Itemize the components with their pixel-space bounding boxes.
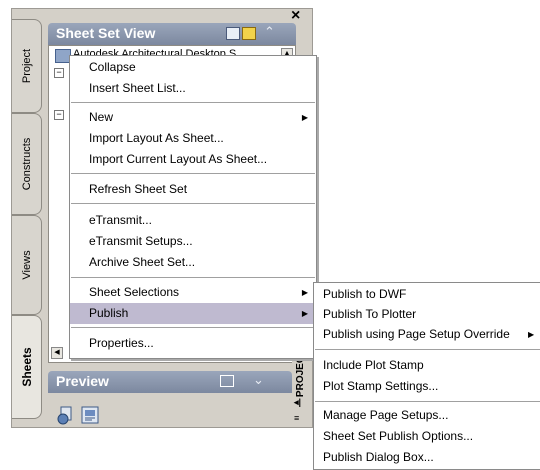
menu-separator <box>315 401 540 402</box>
menu-item-publish-page-setup-override[interactable]: Publish using Page Setup Override ▶ <box>314 324 540 345</box>
menu-item-label: Collapse <box>89 60 136 74</box>
menu-separator <box>71 102 315 103</box>
menu-item-sheet-set-publish-options[interactable]: Sheet Set Publish Options... <box>314 426 540 447</box>
palette-menu-icon[interactable]: ≡ <box>294 413 299 423</box>
menu-item-label: Import Current Layout As Sheet... <box>89 152 268 166</box>
menu-item-include-plot-stamp[interactable]: Include Plot Stamp <box>314 355 540 376</box>
menu-item-import-current-layout[interactable]: Import Current Layout As Sheet... <box>70 149 316 170</box>
menu-item-label: Sheet Selections <box>89 285 180 299</box>
menu-item-label: eTransmit Setups... <box>89 234 193 248</box>
publish-icon[interactable] <box>56 405 76 425</box>
sheet-set-icon[interactable] <box>242 27 256 40</box>
menu-item-sheet-selections[interactable]: Sheet Selections ▶ <box>70 282 316 303</box>
menu-item-new[interactable]: New ▶ <box>70 107 316 128</box>
menu-item-label: Publish <box>89 306 129 320</box>
menu-separator <box>71 327 315 328</box>
menu-item-label: eTransmit... <box>89 213 152 227</box>
menu-item-label: Manage Page Setups... <box>323 408 449 422</box>
menu-item-label: Refresh Sheet Set <box>89 182 188 196</box>
menu-item-publish-to-dwf[interactable]: Publish to DWF <box>314 284 540 305</box>
tab-constructs-label: Constructs <box>20 137 33 191</box>
collapse-node-icon[interactable]: − <box>54 110 64 120</box>
submenu-arrow-icon: ▶ <box>301 288 308 297</box>
menu-separator <box>315 349 540 350</box>
menu-item-publish-dialog-box[interactable]: Publish Dialog Box... <box>314 447 540 468</box>
tab-constructs[interactable]: Constructs <box>12 113 42 215</box>
menu-item-insert-sheet-list[interactable]: Insert Sheet List... <box>70 78 316 99</box>
menu-item-publish-to-plotter[interactable]: Publish To Plotter <box>314 304 540 325</box>
menu-separator <box>71 277 315 278</box>
menu-item-properties[interactable]: Properties... <box>70 333 316 354</box>
view-sheet-icon[interactable] <box>80 405 100 425</box>
tab-sheets-label: Sheets <box>19 347 34 387</box>
menu-item-import-layout-as-sheet[interactable]: Import Layout As Sheet... <box>70 128 316 149</box>
preview-toggle-icon[interactable] <box>220 375 234 387</box>
submenu-arrow-icon: ▶ <box>528 330 535 339</box>
collapse-node-icon[interactable]: − <box>54 68 64 78</box>
tab-sheets[interactable]: Sheets <box>12 315 42 419</box>
context-menu: Collapse Insert Sheet List... New ▶ Impo… <box>69 55 317 359</box>
menu-item-label: Publish Dialog Box... <box>323 450 434 464</box>
menu-item-label: Include Plot Stamp <box>323 358 424 372</box>
submenu-arrow-icon: ▶ <box>301 309 308 318</box>
publish-submenu: Publish to DWF Publish To Plotter Publis… <box>313 282 540 470</box>
menu-item-archive-sheet-set[interactable]: Archive Sheet Set... <box>70 252 316 273</box>
menu-item-label: Import Layout As Sheet... <box>89 131 224 145</box>
menu-item-collapse[interactable]: Collapse <box>70 57 316 78</box>
chevron-up-icon[interactable]: ⌃ <box>264 24 275 40</box>
dock-icon[interactable]: ◂| <box>294 397 301 408</box>
menu-item-refresh-sheet-set[interactable]: Refresh Sheet Set <box>70 179 316 200</box>
menu-item-etransmit-setups[interactable]: eTransmit Setups... <box>70 231 316 252</box>
menu-item-label: Archive Sheet Set... <box>89 255 196 269</box>
sheet-set-view-header[interactable]: Sheet Set View ⌃ <box>48 23 296 45</box>
close-icon[interactable]: × <box>291 8 300 24</box>
project-strip-label: PROJEC <box>295 355 307 398</box>
tab-project[interactable]: Project <box>12 19 42 113</box>
menu-item-label: Sheet Set Publish Options... <box>323 429 474 443</box>
menu-item-plot-stamp-settings[interactable]: Plot Stamp Settings... <box>314 376 540 397</box>
scroll-left-button[interactable]: ◀ <box>51 347 63 359</box>
menu-item-label: Publish to DWF <box>323 287 407 301</box>
submenu-arrow-icon: ▶ <box>301 113 308 122</box>
menu-item-etransmit[interactable]: eTransmit... <box>70 210 316 231</box>
tab-views-label: Views <box>20 250 33 280</box>
sheet-list-icon[interactable] <box>226 27 240 40</box>
menu-item-label: New <box>89 110 114 124</box>
preview-header[interactable]: Preview ⌄ <box>48 371 292 393</box>
tab-project-label: Project <box>20 48 33 84</box>
menu-item-label: Properties... <box>89 336 154 350</box>
sheet-set-view-title: Sheet Set View <box>56 25 156 41</box>
menu-item-label: Plot Stamp Settings... <box>323 379 439 393</box>
menu-item-manage-page-setups[interactable]: Manage Page Setups... <box>314 405 540 426</box>
menu-item-label: Publish using Page Setup Override <box>323 327 510 341</box>
menu-separator <box>71 203 315 204</box>
menu-item-label: Insert Sheet List... <box>89 81 186 95</box>
preview-title: Preview <box>56 373 109 389</box>
tab-views[interactable]: Views <box>12 215 42 315</box>
menu-item-label: Publish To Plotter <box>323 307 417 321</box>
menu-item-publish[interactable]: Publish ▶ <box>70 303 316 324</box>
menu-separator <box>71 173 315 174</box>
chevron-down-icon[interactable]: ⌄ <box>253 372 264 388</box>
